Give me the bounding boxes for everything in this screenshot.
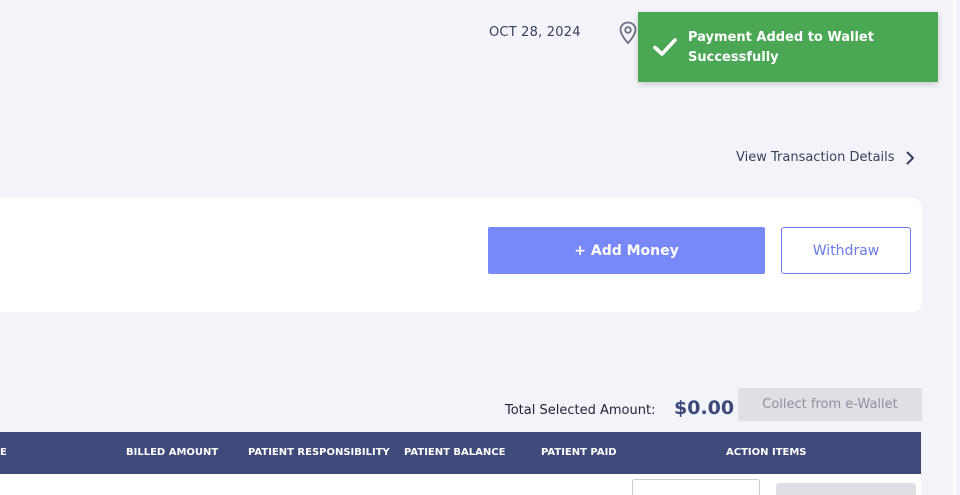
column-header-truncated: E: [0, 447, 7, 458]
view-transaction-details-label: View Transaction Details: [736, 150, 895, 165]
column-header-action-items: ACTION ITEMS: [726, 447, 807, 458]
table-header: E BILLED AMOUNT PATIENT RESPONSIBILITY P…: [0, 432, 921, 474]
withdraw-button[interactable]: Withdraw: [781, 227, 911, 274]
row-collect-button[interactable]: [776, 483, 916, 495]
column-header-billed-amount: BILLED AMOUNT: [126, 447, 219, 458]
check-icon: [653, 38, 677, 56]
map-pin-icon[interactable]: [618, 21, 638, 45]
add-money-button[interactable]: + Add Money: [488, 227, 765, 274]
column-header-patient-balance: PATIENT BALANCE: [404, 447, 506, 458]
total-selected-amount: $0.00: [674, 397, 735, 419]
header-date: OCT 28, 2024: [489, 25, 581, 40]
chevron-right-icon: [906, 151, 914, 164]
total-selected-label: Total Selected Amount:: [505, 403, 656, 418]
view-transaction-details-link[interactable]: View Transaction Details: [736, 150, 915, 165]
row-action-button[interactable]: [632, 479, 760, 495]
column-header-patient-responsibility: PATIENT RESPONSIBILITY: [248, 447, 390, 458]
collect-from-ewallet-button[interactable]: Collect from e-Wallet: [738, 388, 922, 421]
wallet-page: OCT 28, 2024 Payment Added to Wallet Suc…: [0, 0, 960, 495]
toast-message: Payment Added to Wallet Successfully: [688, 30, 874, 65]
column-header-patient-paid: PATIENT PAID: [541, 447, 617, 458]
scrollbar-track[interactable]: [953, 0, 956, 495]
success-toast[interactable]: Payment Added to Wallet Successfully: [638, 12, 938, 82]
